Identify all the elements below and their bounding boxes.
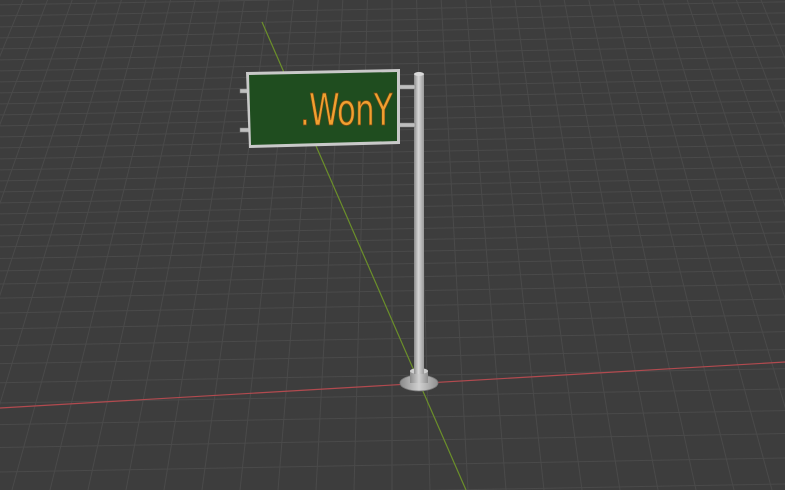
sign-bracket-bottom-left [239,127,250,133]
grid-line [588,0,697,490]
pole-cap [414,72,424,76]
grid-line [0,0,73,205]
grid-line [163,0,245,490]
sign-bracket-bottom-right [397,122,416,128]
sign-text: .WonY [300,85,393,136]
grid-line [125,0,221,490]
grid-line [514,0,583,490]
grid-line [539,0,621,490]
grid-line [0,0,49,126]
sign-bracket-top-right [397,84,416,90]
grid-line [563,0,659,490]
3d-viewport[interactable]: .WonY [0,0,785,490]
viewport-scene: .WonY [0,0,785,490]
pole-shaft [414,74,424,374]
sign-board: .WonY [246,69,400,148]
grid-line [612,0,735,490]
